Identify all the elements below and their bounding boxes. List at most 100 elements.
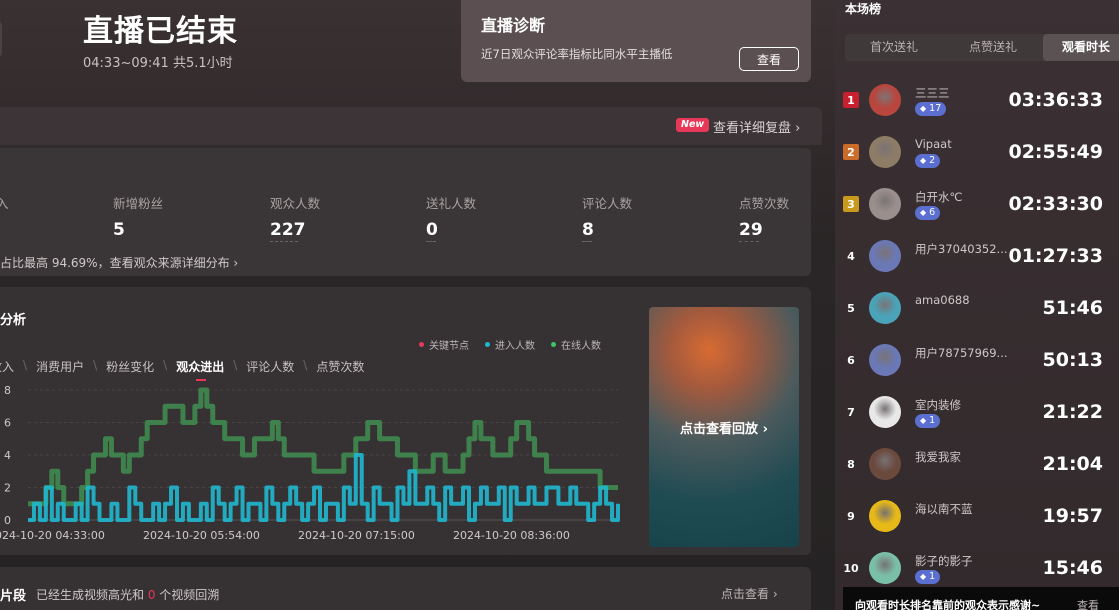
y-tick-label: 0 — [4, 514, 11, 527]
diagnosis-title: 直播诊断 — [481, 16, 546, 35]
stat-likes[interactable]: 点赞次数 29 — [739, 193, 789, 242]
diamond-icon: ◆ — [920, 208, 927, 217]
rank-number: 2 — [843, 144, 859, 160]
legend-label: 关键节点 — [429, 341, 469, 352]
avatar[interactable] — [869, 552, 901, 584]
tab-separator: \ — [23, 358, 28, 372]
avatar[interactable] — [869, 136, 901, 168]
user-nickname: 三三三 — [915, 86, 950, 100]
tab-separator: \ — [233, 358, 238, 372]
ranking-row[interactable]: 4 用户37040352... 01:27:33 — [843, 235, 1119, 285]
stat-value: 227 — [270, 220, 306, 240]
stat-label: 点赞次数 — [739, 196, 790, 211]
stat-underline — [426, 241, 436, 242]
y-tick-label: 4 — [4, 449, 11, 462]
stat-label: 送礼人数 — [426, 196, 477, 211]
stat-label: 评论人数 — [582, 196, 633, 211]
highlights-title: 片段 — [0, 589, 27, 604]
watch-duration: 02:33:30 — [1008, 193, 1103, 215]
stat-value: 5 — [113, 220, 125, 240]
rank-number: 6 — [847, 353, 855, 367]
stat-underline — [582, 241, 592, 242]
diamond-icon: ◆ — [920, 156, 927, 165]
stat-gifters[interactable]: 送礼人数 0 — [426, 193, 476, 242]
user-nickname: Vipaat — [915, 137, 952, 151]
ranking-row[interactable]: 7 室内装修 ◆ 1 21:22 — [843, 391, 1119, 441]
watch-duration: 15:46 — [1042, 557, 1103, 579]
x-tick-label: 2024-10-20 05:54:00 — [143, 529, 260, 542]
toast-text: 向观看时长排名靠前的观众表示感谢~ — [855, 599, 1041, 610]
stat-viewers[interactable]: 观众人数 227 — [270, 193, 320, 242]
avatar[interactable] — [869, 448, 901, 480]
ranking-tab-like-gift[interactable]: 点赞送礼 — [943, 34, 1043, 61]
highlights-view-link[interactable]: 点击查看 › — [721, 585, 778, 602]
user-nickname: 白开水℃ — [915, 190, 963, 204]
watch-duration: 51:46 — [1042, 297, 1103, 319]
user-nickname: 影子的影子 — [915, 554, 973, 568]
live-time-range: 04:33~09:41 共5.1小时 — [83, 56, 233, 71]
ranking-row[interactable]: 3 白开水℃ ◆ 6 02:33:30 — [843, 183, 1119, 233]
stat-value: 0 — [426, 220, 438, 240]
diagnosis-card: 直播诊断 近7日观众评论率指标比同水平主播低 查看 — [461, 0, 811, 82]
tab-separator: \ — [163, 358, 168, 372]
ranking-row[interactable]: 2 Vipaat ◆ 2 02:55:49 — [843, 131, 1119, 181]
tab-fan-change[interactable]: 粉丝变化 — [106, 358, 154, 375]
ranking-tab-first-gift[interactable]: 首次送礼 — [845, 34, 943, 61]
x-tick-label: 2024-10-20 04:33:00 — [0, 529, 105, 542]
watch-duration: 02:55:49 — [1008, 141, 1103, 163]
fan-level-badge: ◆ 1 — [915, 414, 941, 428]
tab-commenters[interactable]: 评论人数 — [246, 358, 294, 375]
diamond-icon: ◆ — [920, 104, 927, 113]
user-nickname: 用户78757969... — [915, 346, 1008, 360]
diagnosis-view-button[interactable]: 查看 — [739, 47, 799, 71]
stat-label: 入 — [0, 196, 9, 211]
detailed-review-link[interactable]: 查看详细复盘 › — [713, 117, 800, 136]
ranking-row[interactable]: 6 用户78757969... 50:13 — [843, 339, 1119, 389]
watch-duration: 19:57 — [1042, 505, 1103, 527]
rank-number: 1 — [843, 92, 859, 108]
watch-duration: 03:36:33 — [1008, 89, 1103, 111]
avatar[interactable] — [869, 188, 901, 220]
avatar[interactable] — [869, 292, 901, 324]
ranking-tab-watch-time[interactable]: 观看时长 — [1043, 34, 1119, 61]
diamond-icon: ◆ — [920, 416, 927, 425]
stat-commenters[interactable]: 评论人数 8 — [582, 193, 632, 242]
legend-label: 进入人数 — [495, 341, 535, 352]
audience-flow-chart[interactable]: 0 2 4 6 8 2024-10-20 04:33:00 2024-10-20 05:54… — [0, 380, 630, 550]
fan-level: 17 — [929, 103, 942, 114]
stat-underline — [739, 241, 759, 242]
ranking-row[interactable]: 5 ama0688 51:46 — [843, 287, 1119, 337]
avatar[interactable] — [869, 500, 901, 532]
stat-value: 29 — [739, 220, 763, 240]
tab-income[interactable]: 收入 — [0, 358, 14, 375]
user-nickname: 室内装修 — [915, 398, 961, 412]
ranking-tabs: 首次送礼 点赞送礼 观看时长 — [845, 34, 1119, 61]
toast-view-link[interactable]: 查看 — [1077, 597, 1099, 610]
ranking-row[interactable]: 8 我爱我家 21:04 — [843, 443, 1119, 493]
highlights-desc-suffix: 个视频回溯 — [155, 588, 220, 602]
tab-audience-flow[interactable]: 观众进出 — [176, 358, 224, 381]
ranking-row[interactable]: 1 三三三 ◆ 17 03:36:33 — [843, 79, 1119, 129]
tab-paying-users[interactable]: 消费用户 — [36, 358, 84, 375]
avatar[interactable] — [869, 344, 901, 376]
watch-duration: 21:04 — [1042, 453, 1103, 475]
fan-level-badge: ◆ 6 — [915, 206, 941, 220]
avatar[interactable] — [869, 396, 901, 428]
ranking-row[interactable]: 9 海以南不蓝 19:57 — [843, 495, 1119, 545]
avatar[interactable] — [869, 240, 901, 272]
fan-level: 6 — [929, 207, 936, 218]
fan-level: 1 — [929, 415, 936, 426]
user-nickname: 我爱我家 — [915, 450, 961, 464]
collapsed-panel-handle[interactable] — [0, 20, 2, 58]
x-tick-label: 2024-10-20 07:15:00 — [298, 529, 415, 542]
fan-level-badge: ◆ 17 — [915, 102, 947, 116]
analysis-tabs: 收入 \ 消费用户 \ 粉丝变化 \ 观众进出 \ 评论人数 \ 点赞次数 — [0, 358, 364, 381]
ranking-title: 本场榜 — [845, 2, 882, 16]
avatar[interactable] — [869, 84, 901, 116]
replay-thumbnail[interactable]: 点击查看回放 › — [649, 307, 799, 547]
tab-likes[interactable]: 点赞次数 — [316, 358, 364, 375]
audience-source-link[interactable]: 占比最高 94.69%，查看观众来源详细分布 › — [0, 254, 238, 271]
new-badge: New — [676, 118, 710, 132]
y-tick-label: 2 — [4, 482, 11, 495]
legend-key-nodes: 关键节点 — [419, 337, 469, 352]
